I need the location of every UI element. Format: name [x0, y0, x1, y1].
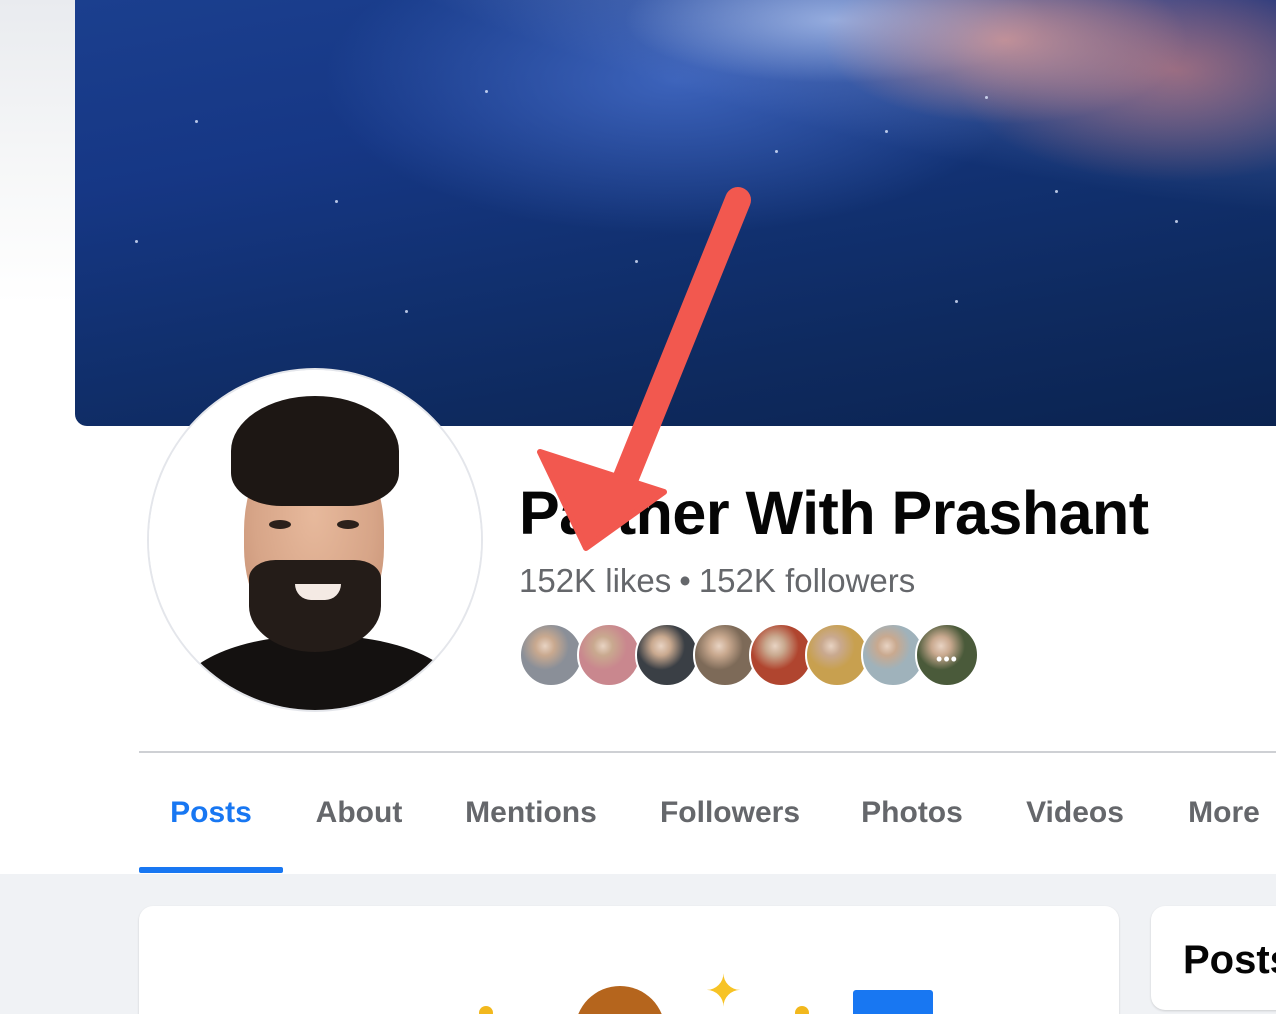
more-dots-icon: ••• [936, 649, 958, 669]
tab-label: Posts [170, 796, 252, 829]
follower-avatar[interactable] [749, 623, 813, 687]
star [195, 120, 198, 123]
active-tab-indicator [139, 867, 283, 873]
illustration-box [853, 990, 933, 1014]
avatar-beard [249, 560, 381, 652]
avatar-hair [231, 396, 399, 506]
tab-label: Mentions [465, 796, 597, 829]
sparkle-icon: ✦ [705, 967, 742, 1014]
left-background [0, 0, 75, 760]
tab-videos[interactable]: Videos [991, 753, 1159, 873]
cover-photo[interactable] [75, 0, 1276, 426]
star [335, 200, 338, 203]
followers-count-link[interactable]: 152K followers [699, 562, 915, 599]
illustration-dot [795, 1006, 809, 1014]
follower-avatar[interactable] [635, 623, 699, 687]
star [985, 96, 988, 99]
avatar-eye [337, 520, 359, 529]
star [1175, 220, 1178, 223]
tab-label: About [315, 796, 403, 829]
star [1055, 190, 1058, 193]
page-title: Partner With Prashant [519, 479, 1149, 547]
tab-mentions[interactable]: Mentions [435, 753, 627, 873]
illustration-shape [575, 986, 665, 1014]
star [955, 300, 958, 303]
profile-picture[interactable] [147, 368, 483, 712]
tab-label: Photos [861, 796, 963, 829]
page-stats: 152K likes • 152K followers [519, 562, 915, 600]
posts-card: Posts [1151, 906, 1276, 1010]
follower-avatar[interactable] [693, 623, 757, 687]
avatar-eye [269, 520, 291, 529]
tab-about[interactable]: About [283, 753, 435, 873]
page-tabs: Posts About Mentions Followers Photos Vi… [139, 753, 1276, 873]
star [405, 310, 408, 313]
tab-posts[interactable]: Posts [139, 753, 283, 873]
tab-more[interactable]: More [1159, 753, 1276, 873]
galaxy-band [164, 0, 1276, 306]
illustration-dot [479, 1006, 493, 1014]
facebook-page-header: Partner With Prashant 152K likes • 152K fo… [0, 0, 1276, 1014]
follower-avatar[interactable] [805, 623, 869, 687]
tab-label: More [1188, 796, 1260, 829]
stats-separator: • [679, 562, 691, 599]
more-followers-avatar[interactable]: ••• [915, 623, 979, 687]
tab-label: Followers [659, 796, 801, 829]
likes-count-link[interactable]: 152K likes [519, 562, 671, 599]
star [775, 150, 778, 153]
star [135, 240, 138, 243]
star [485, 90, 488, 93]
intro-card: ✦ [139, 906, 1119, 1014]
star [885, 130, 888, 133]
follower-avatar[interactable] [519, 623, 583, 687]
tab-photos[interactable]: Photos [833, 753, 991, 873]
tab-followers[interactable]: Followers [627, 753, 833, 873]
star [635, 260, 638, 263]
tab-label: Videos [1026, 796, 1124, 829]
follower-avatar[interactable] [577, 623, 641, 687]
posts-card-title: Posts [1183, 938, 1276, 982]
